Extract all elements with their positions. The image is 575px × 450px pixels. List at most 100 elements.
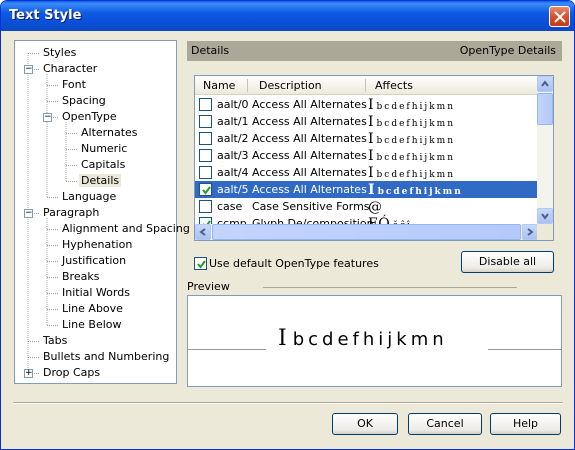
- tree-item-capitals[interactable]: Capitals: [79, 157, 127, 173]
- row-affects-sample: bcdefhijkmn: [376, 153, 456, 163]
- tree-item-line-above[interactable]: Line Above: [60, 301, 125, 317]
- window-title: Text Style: [9, 8, 82, 23]
- row-checkbox[interactable]: [199, 183, 212, 196]
- preview-sample: Ibcdefhijkmn: [278, 326, 448, 351]
- tree-item-justification[interactable]: Justification: [60, 253, 128, 269]
- close-button[interactable]: [549, 6, 570, 27]
- checkmark-icon: [197, 260, 206, 269]
- preview-baseline-left: [188, 349, 266, 350]
- row-description: Case Sensitive Forms: [252, 200, 370, 213]
- arrow-left-icon: [199, 228, 206, 236]
- row-checkbox[interactable]: [199, 149, 212, 162]
- horizontal-scroll-thumb[interactable]: [212, 224, 521, 240]
- list-row-aalt-4[interactable]: aalt/4 Access All Alternates Ibcdefhijkmn: [195, 164, 538, 181]
- row-checkbox[interactable]: [199, 200, 212, 213]
- row-checkbox[interactable]: [199, 115, 212, 128]
- scroll-down-button[interactable]: [537, 208, 553, 224]
- tree-item-label: OpenType: [62, 110, 117, 123]
- list-row-aalt-0[interactable]: aalt/0 Access All Alternates Ibcdefhijkmn: [195, 96, 538, 113]
- row-affects: Ibcdefhijkmn: [368, 114, 455, 130]
- scroll-right-button[interactable]: [522, 224, 538, 240]
- arrow-right-icon: [527, 228, 534, 236]
- tree-item-label: Paragraph: [43, 206, 100, 219]
- horizontal-scrollbar[interactable]: [195, 224, 538, 240]
- tree-item-character[interactable]: Character: [41, 61, 99, 77]
- tree-item-alignment-and-spacing[interactable]: Alignment and Spacing: [60, 221, 192, 237]
- bottom-separator: [13, 402, 563, 404]
- row-affects-sample: bcdefhijkmn: [376, 102, 456, 112]
- column-header-name[interactable]: Name: [203, 79, 235, 92]
- column-header-description[interactable]: Description: [259, 79, 322, 92]
- column-separator[interactable]: [247, 79, 248, 92]
- ok-button[interactable]: OK: [332, 413, 398, 435]
- row-affects-glyph: I: [368, 148, 374, 164]
- vertical-scroll-thumb[interactable]: [537, 93, 553, 125]
- collapse-icon[interactable]: −: [24, 65, 33, 74]
- row-checkbox[interactable]: [199, 98, 212, 111]
- tree-item-label: Tabs: [43, 334, 68, 347]
- tree-item-label: Line Above: [62, 302, 123, 315]
- cancel-button[interactable]: Cancel: [408, 413, 482, 435]
- tree-item-drop-caps[interactable]: Drop Caps: [41, 365, 102, 381]
- row-affects-glyph: I: [368, 97, 374, 113]
- tree-item-label: Language: [62, 190, 117, 203]
- tree-item-label: Capitals: [81, 158, 126, 171]
- category-tree[interactable]: Styles Character − Font Spacing OpenType − Alte…: [14, 40, 190, 384]
- expand-icon[interactable]: +: [24, 369, 33, 378]
- row-affects: Ibcdefhijkmn: [368, 131, 455, 147]
- scroll-up-button[interactable]: [537, 76, 553, 92]
- row-affects: Ibcdefhijkmn: [368, 148, 455, 164]
- list-row-aalt-2[interactable]: aalt/2 Access All Alternates Ibcdefhijkmn: [195, 130, 538, 147]
- column-header-affects[interactable]: Affects: [375, 79, 413, 92]
- checkbox[interactable]: [194, 257, 207, 270]
- tree-item-breaks[interactable]: Breaks: [60, 269, 101, 285]
- tree-item-line-below[interactable]: Line Below: [60, 317, 124, 333]
- preview-baseline-right: [488, 349, 561, 350]
- opentype-feature-list[interactable]: Name Description Affects aalt/0 Access Al…: [194, 75, 554, 241]
- column-separator[interactable]: [365, 79, 366, 92]
- tree-item-alternates[interactable]: Alternates: [79, 125, 140, 141]
- tree-item-hyphenation[interactable]: Hyphenation: [60, 237, 134, 253]
- row-affects-sample: bcdefhijkmn: [376, 170, 456, 180]
- tree-item-details[interactable]: Details: [79, 173, 122, 189]
- tree-item-spacing[interactable]: Spacing: [60, 93, 108, 109]
- tree-item-numeric[interactable]: Numeric: [79, 141, 129, 157]
- preview-label: Preview: [187, 280, 230, 293]
- tree-item-opentype[interactable]: OpenType: [60, 109, 119, 125]
- row-affects-glyph: I: [368, 131, 374, 147]
- tree-item-tabs[interactable]: Tabs: [41, 333, 69, 349]
- disable-all-button[interactable]: Disable all: [461, 251, 554, 273]
- tree-item-label: Details: [79, 174, 122, 187]
- row-checkbox[interactable]: [199, 166, 212, 179]
- row-description: Access All Alternates: [252, 115, 367, 128]
- row-name: aalt/5: [217, 183, 249, 196]
- list-row-aalt-3[interactable]: aalt/3 Access All Alternates Ibcdefhijkmn: [195, 147, 538, 164]
- collapse-icon[interactable]: −: [43, 113, 52, 122]
- tree-item-initial-words[interactable]: Initial Words: [60, 285, 132, 301]
- tree-item-styles[interactable]: Styles: [41, 45, 78, 61]
- arrow-up-icon: [541, 80, 549, 87]
- list-row-case[interactable]: case Case Sensitive Forms @: [195, 198, 538, 215]
- preview-cursor-glyph: I: [278, 326, 287, 351]
- tree-item-paragraph[interactable]: Paragraph: [41, 205, 101, 221]
- row-affects-glyph: I: [368, 182, 375, 198]
- list-row-aalt-5[interactable]: aalt/5 Access All Alternates Ibcdefhijkmn: [195, 181, 538, 198]
- help-button[interactable]: Help: [490, 413, 561, 435]
- title-bar[interactable]: Text Style: [1, 1, 574, 31]
- collapse-icon[interactable]: −: [24, 209, 33, 218]
- use-default-label: Use default OpenType features: [209, 257, 379, 270]
- list-row-aalt-1[interactable]: aalt/1 Access All Alternates Ibcdefhijkmn: [195, 113, 538, 130]
- preview-area: Ibcdefhijkmn: [187, 295, 562, 387]
- row-affects-sample: bcdefhijkmn: [377, 187, 463, 197]
- tree-item-font[interactable]: Font: [60, 77, 88, 93]
- tree-item-language[interactable]: Language: [60, 189, 118, 205]
- row-checkbox[interactable]: [199, 132, 212, 145]
- row-affects-glyph: I: [368, 114, 374, 130]
- scroll-left-button[interactable]: [195, 224, 211, 240]
- vertical-scrollbar[interactable]: [537, 76, 553, 224]
- tree-item-bullets-and-numbering[interactable]: Bullets and Numbering: [41, 349, 171, 365]
- tree-item-label: Font: [62, 78, 86, 91]
- tree-item-label: Line Below: [62, 318, 122, 331]
- scrollbar-corner: [537, 224, 553, 240]
- tree-item-label: Alternates: [81, 126, 138, 139]
